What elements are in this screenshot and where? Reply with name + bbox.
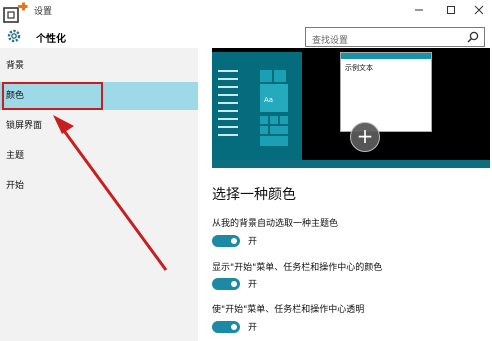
minimize-button[interactable] [404, 2, 434, 18]
app-title: 设置 [34, 7, 53, 17]
setting-label-transparency: 使"开始"菜单、任务栏和操作中心透明 [212, 305, 365, 315]
toggle-transparency[interactable] [212, 321, 240, 333]
sample-window-titlebar [341, 53, 431, 59]
preview-tile [260, 70, 272, 82]
sidebar-item-themes[interactable]: 主题 [0, 142, 198, 170]
preview-tile [260, 136, 288, 146]
setting-label-auto-accent: 从我的背景自动选取一种主题色 [212, 219, 339, 229]
sidebar-item-label: 背景 [6, 61, 25, 71]
preview-line [218, 70, 238, 72]
preview-line [218, 110, 238, 112]
toggle-knob [231, 238, 237, 244]
preview-tile [270, 116, 278, 124]
sidebar-item-background[interactable]: 背景 [0, 52, 198, 80]
sidebar-item-label: 锁屏界面 [6, 121, 43, 131]
sample-text: 示例文本 [345, 64, 373, 72]
sample-window-preview: 示例文本 [340, 52, 432, 132]
toggle-knob [231, 281, 237, 287]
section-title: 选择一种颜色 [212, 187, 296, 203]
preview-line [218, 94, 238, 96]
preview-line [218, 102, 238, 104]
preview-line [218, 118, 238, 120]
maximize-button[interactable] [436, 2, 466, 18]
taskbar-preview [212, 160, 490, 168]
preview-line [218, 134, 238, 136]
preview-tile [274, 70, 286, 82]
preview-tile [260, 126, 268, 134]
highlight-box [2, 82, 103, 110]
toggle-auto-accent[interactable] [212, 235, 240, 247]
minimize-icon [415, 9, 423, 11]
preview-line [218, 78, 238, 80]
search-icon[interactable] [467, 31, 479, 43]
gear-icon [7, 29, 21, 43]
add-button[interactable]: + [350, 122, 380, 152]
back-button[interactable] [2, 2, 28, 26]
window-add-icon [3, 2, 28, 23]
sidebar-item-label: 开始 [6, 181, 25, 191]
sidebar-item-label: 主题 [6, 151, 25, 161]
preview-tile-aa: Aa [260, 84, 288, 112]
toggle-knob [231, 324, 237, 330]
maximize-icon [447, 6, 455, 14]
toggle-state-text: 开 [248, 323, 258, 333]
page-title: 个性化 [36, 34, 66, 45]
sidebar-item-start[interactable]: 开始 [0, 172, 198, 200]
start-menu-preview: Aa [212, 52, 302, 160]
sidebar-item-lock-screen[interactable]: 锁屏界面 [0, 112, 198, 140]
close-button[interactable] [464, 2, 492, 18]
toggle-state-text: 开 [248, 280, 258, 290]
close-icon [474, 5, 484, 15]
preview-tile [260, 116, 268, 124]
toggle-show-color[interactable] [212, 278, 240, 290]
toggle-state-text: 开 [248, 237, 258, 247]
preview-tile [280, 116, 288, 124]
title-bar: 设置 [0, 0, 492, 22]
setting-label-show-color: 显示"开始"菜单、任务栏和操作中心的颜色 [212, 263, 383, 273]
preview-tile [270, 126, 288, 134]
search-box[interactable] [305, 27, 485, 50]
theme-preview: Aa 示例文本 + [212, 48, 490, 168]
preview-line [218, 86, 238, 88]
preview-line [218, 126, 238, 128]
